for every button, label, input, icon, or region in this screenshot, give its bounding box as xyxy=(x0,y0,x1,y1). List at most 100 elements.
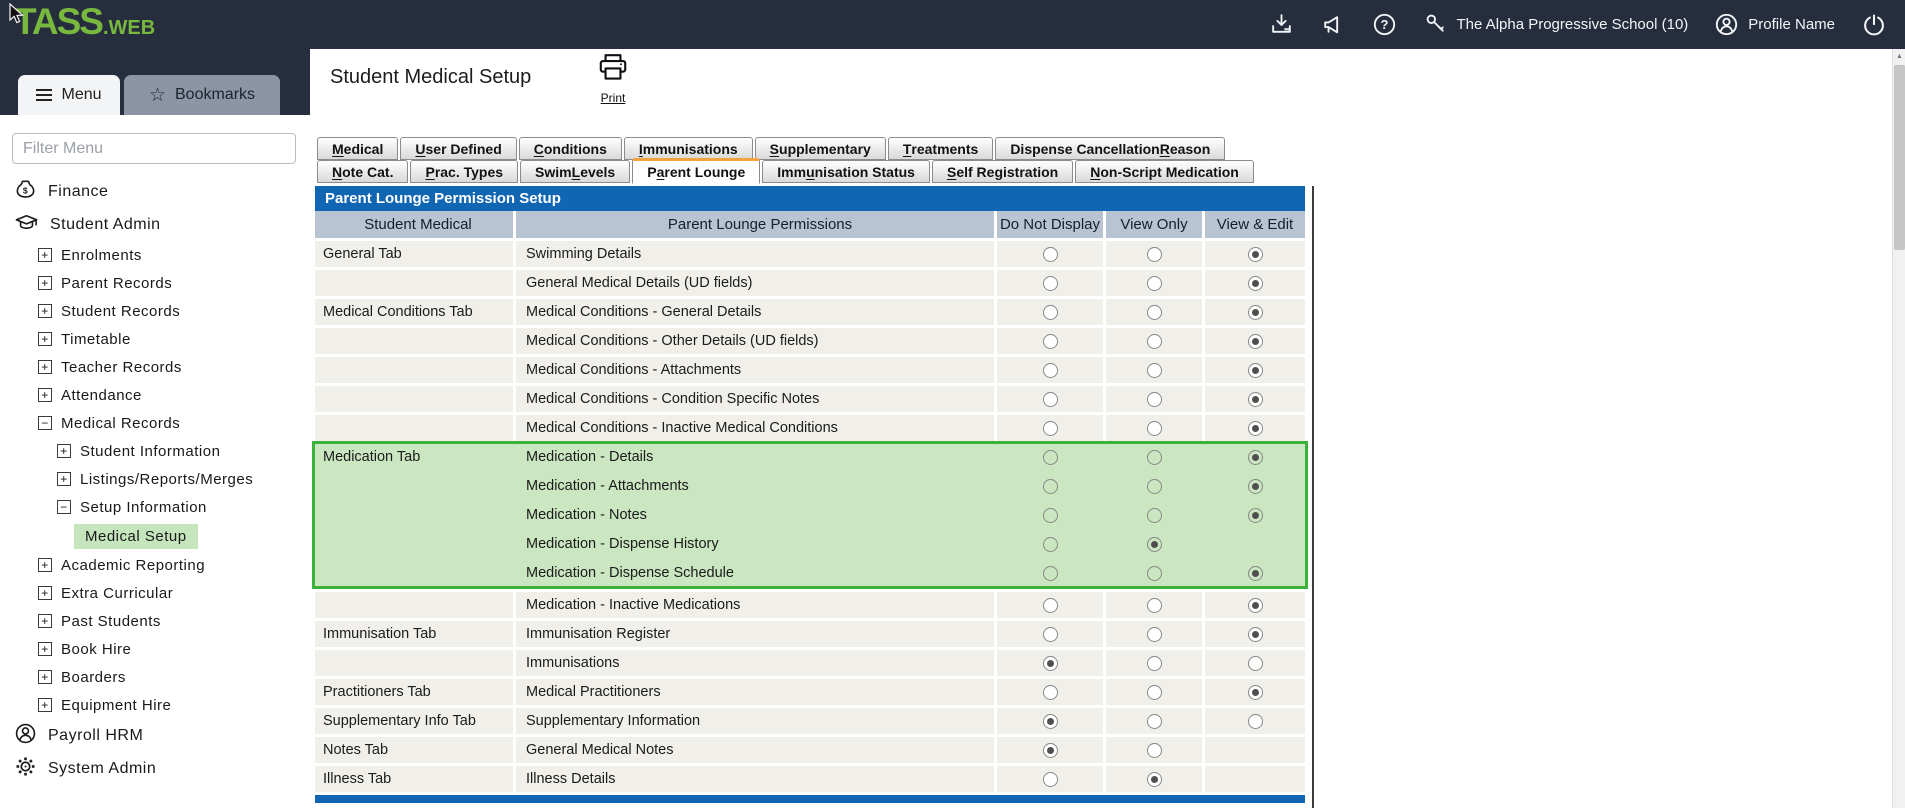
radio-medication-details-edit[interactable] xyxy=(1248,450,1263,465)
radio-supplementary-information-view[interactable] xyxy=(1147,714,1162,729)
expand-icon[interactable]: + xyxy=(38,642,52,656)
sidebar-item-system-admin[interactable]: System Admin xyxy=(0,752,310,785)
collapse-icon[interactable]: − xyxy=(38,416,52,430)
radio-illness-details-dnd[interactable] xyxy=(1043,772,1058,787)
sidebar-item-enrolments[interactable]: +Enrolments xyxy=(0,241,310,269)
expand-icon[interactable]: + xyxy=(38,360,52,374)
sidebar-item-past-students[interactable]: +Past Students xyxy=(0,607,310,635)
radio-medical-practitioners-view[interactable] xyxy=(1147,685,1162,700)
radio-medication-attachments-edit[interactable] xyxy=(1248,479,1263,494)
radio-immunisations-dnd[interactable] xyxy=(1043,656,1058,671)
radio-medical-conditions-other-details-ud-fields-edit[interactable] xyxy=(1248,334,1263,349)
radio-medication-details-dnd[interactable] xyxy=(1043,450,1058,465)
radio-general-medical-details-ud-fields-view[interactable] xyxy=(1147,276,1162,291)
radio-medication-dispense-history-dnd[interactable] xyxy=(1043,537,1058,552)
print-button[interactable]: Print xyxy=(590,53,636,105)
scrollbar-thumb[interactable] xyxy=(1894,65,1905,250)
sidebar-item-student-information[interactable]: +Student Information xyxy=(0,437,310,465)
tab-medical[interactable]: Medical xyxy=(317,137,398,160)
radio-immunisation-register-view[interactable] xyxy=(1147,627,1162,642)
radio-medication-details-view[interactable] xyxy=(1147,450,1162,465)
download-button[interactable] xyxy=(1269,12,1294,37)
radio-medication-attachments-dnd[interactable] xyxy=(1043,479,1058,494)
expand-icon[interactable]: + xyxy=(38,586,52,600)
radio-medical-conditions-other-details-ud-fields-view[interactable] xyxy=(1147,334,1162,349)
sidebar-item-student-records[interactable]: +Student Records xyxy=(0,297,310,325)
expand-icon[interactable]: + xyxy=(57,444,71,458)
radio-immunisation-register-dnd[interactable] xyxy=(1043,627,1058,642)
tab-immunisation-status[interactable]: Immunisation Status xyxy=(762,160,930,183)
radio-swimming-details-edit[interactable] xyxy=(1248,247,1263,262)
tab-user-defined[interactable]: User Defined xyxy=(400,137,516,160)
radio-medical-conditions-condition-specific-notes-edit[interactable] xyxy=(1248,392,1263,407)
radio-medication-dispense-schedule-view[interactable] xyxy=(1147,566,1162,581)
tab-prac-types[interactable]: Prac. Types xyxy=(410,160,518,183)
profile-menu[interactable]: Profile Name xyxy=(1714,12,1835,37)
sidebar-item-book-hire[interactable]: +Book Hire xyxy=(0,635,310,663)
sidebar-item-teacher-records[interactable]: +Teacher Records xyxy=(0,353,310,381)
tab-bookmarks[interactable]: ☆ Bookmarks xyxy=(124,75,280,115)
tab-conditions[interactable]: Conditions xyxy=(519,137,622,160)
sidebar-item-timetable[interactable]: +Timetable xyxy=(0,325,310,353)
tab-swim-levels[interactable]: Swim Levels xyxy=(520,160,630,183)
expand-icon[interactable]: + xyxy=(38,304,52,318)
sidebar-item-finance[interactable]: $Finance xyxy=(0,175,310,208)
sidebar-item-academic-reporting[interactable]: +Academic Reporting xyxy=(0,551,310,579)
radio-general-medical-details-ud-fields-edit[interactable] xyxy=(1248,276,1263,291)
tab-immunisations[interactable]: Immunisations xyxy=(624,137,753,160)
radio-medical-conditions-inactive-medical-conditions-view[interactable] xyxy=(1147,421,1162,436)
expand-icon[interactable]: + xyxy=(38,248,52,262)
radio-medication-dispense-schedule-edit[interactable] xyxy=(1248,566,1263,581)
expand-icon[interactable]: + xyxy=(57,472,71,486)
radio-immunisations-edit[interactable] xyxy=(1248,656,1263,671)
tab-supplementary[interactable]: Supplementary xyxy=(755,137,886,160)
expand-icon[interactable]: + xyxy=(38,614,52,628)
radio-medical-conditions-attachments-edit[interactable] xyxy=(1248,363,1263,378)
radio-medical-conditions-general-details-view[interactable] xyxy=(1147,305,1162,320)
tab-note-cat[interactable]: Note Cat. xyxy=(317,160,408,183)
expand-icon[interactable]: + xyxy=(38,698,52,712)
radio-immunisations-view[interactable] xyxy=(1147,656,1162,671)
sidebar-item-parent-records[interactable]: +Parent Records xyxy=(0,269,310,297)
radio-illness-details-view[interactable] xyxy=(1147,772,1162,787)
sidebar-item-medical-records[interactable]: −Medical Records xyxy=(0,409,310,437)
tab-dispense-cancellation-reason[interactable]: Dispense Cancellation Reason xyxy=(995,137,1225,160)
radio-medication-notes-view[interactable] xyxy=(1147,508,1162,523)
radio-swimming-details-dnd[interactable] xyxy=(1043,247,1058,262)
expand-icon[interactable]: + xyxy=(38,388,52,402)
radio-medical-conditions-other-details-ud-fields-dnd[interactable] xyxy=(1043,334,1058,349)
sidebar-item-extra-curricular[interactable]: +Extra Curricular xyxy=(0,579,310,607)
tab-self-registration[interactable]: Self Registration xyxy=(932,160,1073,183)
radio-medical-conditions-general-details-edit[interactable] xyxy=(1248,305,1263,320)
expand-icon[interactable]: + xyxy=(38,670,52,684)
radio-medication-inactive-medications-dnd[interactable] xyxy=(1043,598,1058,613)
radio-general-medical-notes-view[interactable] xyxy=(1147,743,1162,758)
radio-medication-attachments-view[interactable] xyxy=(1147,479,1162,494)
radio-medical-practitioners-dnd[interactable] xyxy=(1043,685,1058,700)
radio-medical-conditions-inactive-medical-conditions-dnd[interactable] xyxy=(1043,421,1058,436)
radio-medication-notes-dnd[interactable] xyxy=(1043,508,1058,523)
sidebar-item-medical-setup[interactable]: Medical Setup xyxy=(0,521,310,551)
radio-supplementary-information-dnd[interactable] xyxy=(1043,714,1058,729)
sidebar-item-attendance[interactable]: +Attendance xyxy=(0,381,310,409)
radio-medical-conditions-attachments-view[interactable] xyxy=(1147,363,1162,378)
tab-parent-lounge[interactable]: Parent Lounge xyxy=(632,158,760,184)
sidebar-item-payroll-hrm[interactable]: Payroll HRM xyxy=(0,719,310,752)
radio-general-medical-details-ud-fields-dnd[interactable] xyxy=(1043,276,1058,291)
scroll-up-arrow[interactable]: ▲ xyxy=(1893,49,1905,64)
sidebar-item-listings-reports-merges[interactable]: +Listings/Reports/Merges xyxy=(0,465,310,493)
radio-medical-conditions-general-details-dnd[interactable] xyxy=(1043,305,1058,320)
radio-medication-dispense-history-view[interactable] xyxy=(1147,537,1162,552)
expand-icon[interactable]: + xyxy=(38,558,52,572)
radio-medication-inactive-medications-view[interactable] xyxy=(1147,598,1162,613)
radio-medication-notes-edit[interactable] xyxy=(1248,508,1263,523)
sidebar-item-boarders[interactable]: +Boarders xyxy=(0,663,310,691)
vertical-scrollbar[interactable]: ▲ xyxy=(1892,49,1905,808)
announcements-button[interactable] xyxy=(1320,12,1346,37)
collapse-icon[interactable]: − xyxy=(57,500,71,514)
school-selector[interactable]: The Alpha Progressive School (10) xyxy=(1423,12,1689,37)
help-button[interactable]: ? xyxy=(1372,12,1397,37)
radio-medication-dispense-schedule-dnd[interactable] xyxy=(1043,566,1058,581)
radio-immunisation-register-edit[interactable] xyxy=(1248,627,1263,642)
tab-treatments[interactable]: Treatments xyxy=(888,137,993,160)
